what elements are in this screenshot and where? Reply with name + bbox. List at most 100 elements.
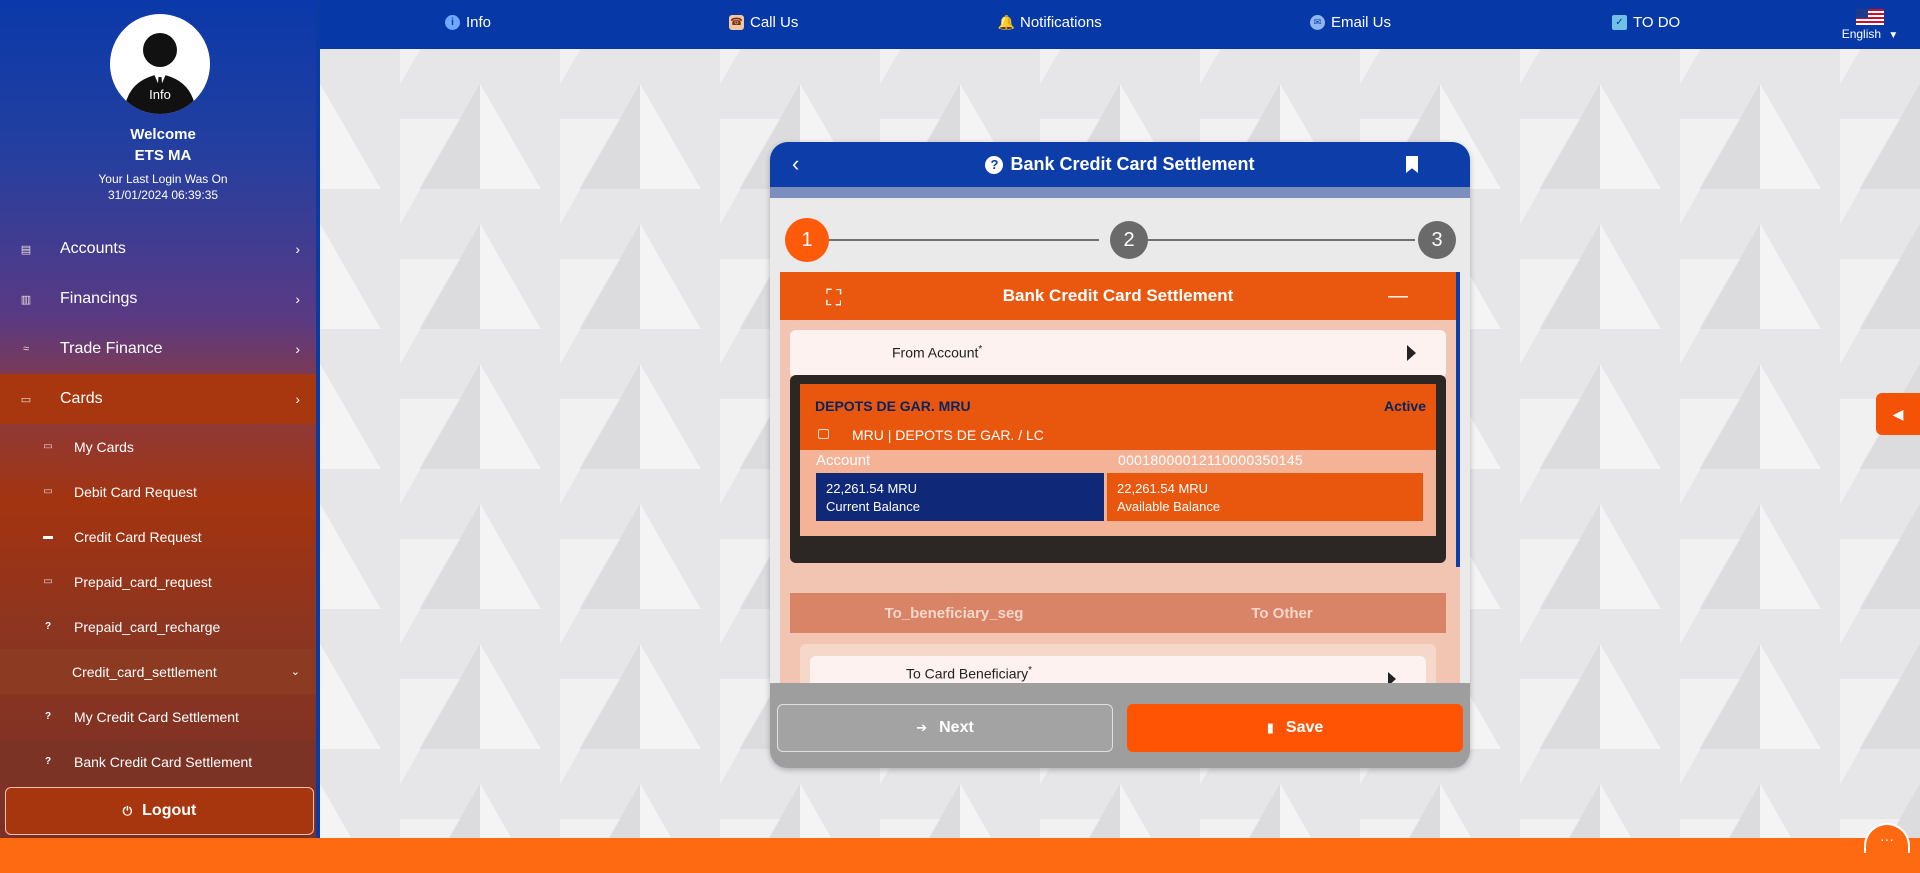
scroll-indicator	[1456, 272, 1460, 567]
sidebar-item-my-cards[interactable]: ▭ My Cards	[0, 424, 316, 469]
caret-left-icon: ◀	[1892, 405, 1904, 422]
panel-title: Bank Credit Card Settlement	[1010, 154, 1255, 174]
sidebar-item-label: Bank Credit Card Settlement	[74, 753, 253, 770]
avatar-info-label: Info	[149, 87, 171, 102]
sidebar-item-prepaid-card-request[interactable]: ▭ Prepaid_card_request	[0, 559, 316, 604]
nav-email-us[interactable]: ✉ Email Us	[1310, 0, 1391, 45]
account-number: 00018000012110000350145	[1118, 452, 1303, 468]
nav-todo[interactable]: ✓ TO DO	[1612, 0, 1680, 45]
sidebar-item-label: Trade Finance	[60, 340, 163, 357]
help-icon: ?	[44, 711, 52, 722]
sidebar-item-prepaid-card-recharge[interactable]: ? Prepaid_card_recharge	[0, 604, 316, 649]
current-balance-label: Current Balance	[826, 499, 920, 514]
card-icon: ▬	[43, 531, 53, 542]
card-icon: ▭	[20, 393, 32, 406]
save-button[interactable]: ▮ Save	[1127, 704, 1463, 752]
document-icon: ▮	[1266, 720, 1274, 735]
caret-down-icon: ▼	[1888, 30, 1899, 41]
sidebar: Info Welcome ETS MA Your Last Login Was …	[0, 0, 320, 838]
sidebar-item-bank-credit-card-settlement[interactable]: ? Bank Credit Card Settlement	[0, 739, 316, 784]
nav-info[interactable]: i Info	[445, 0, 491, 45]
sidebar-item-label: Cards	[60, 390, 103, 407]
beneficiary-tabs: To_beneficiary_seg To Other	[790, 593, 1446, 633]
sidebar-item-label: Financings	[60, 290, 138, 307]
side-drawer-toggle[interactable]: ◀	[1876, 393, 1920, 435]
from-account-field[interactable]: From Account*	[790, 330, 1446, 378]
current-balance-value: 22,261.54 MRU	[826, 481, 918, 496]
sidebar-item-trade-finance[interactable]: ≈ Trade Finance ›	[0, 324, 316, 374]
nav-notifications[interactable]: 🔔 Notifications	[997, 0, 1102, 45]
chevron-right-icon: ›	[295, 291, 300, 307]
to-card-beneficiary-label: To Card Beneficiary*	[906, 665, 1033, 682]
help-icon[interactable]: ?	[985, 155, 1004, 174]
stepper: 1 2 3	[785, 218, 1465, 262]
next-label: Next	[939, 719, 974, 736]
play-arrow-icon	[1407, 345, 1416, 361]
sidebar-item-credit-card-request[interactable]: ▬ Credit Card Request	[0, 514, 316, 559]
save-label: Save	[1285, 719, 1324, 736]
crop-icon[interactable]: ⛶	[826, 285, 841, 311]
help-icon: ?	[44, 621, 52, 632]
us-flag-icon	[1856, 9, 1884, 25]
step-3[interactable]: 3	[1418, 221, 1456, 259]
tab-to-beneficiary-seg[interactable]: To_beneficiary_seg	[790, 593, 1118, 633]
section-header: ⛶ Bank Credit Card Settlement —	[780, 272, 1456, 320]
account-card-body: DEPOTS DE GAR. MRU Active MRU | DEPOTS D…	[800, 384, 1436, 536]
arrow-right-icon: ➔	[916, 720, 928, 735]
step-1[interactable]: 1	[785, 218, 829, 262]
language-selector[interactable]: English ▼	[1838, 9, 1902, 41]
section-title: Bank Credit Card Settlement	[1002, 286, 1234, 305]
card-icon	[818, 429, 829, 439]
chevron-right-icon: ›	[295, 391, 300, 407]
sidebar-item-credit-card-settlement[interactable]: Credit_card_settlement ⌄	[0, 649, 316, 694]
todo-icon: ✓	[1612, 15, 1627, 30]
from-account-label: From Account*	[892, 344, 983, 361]
account-name: DEPOTS DE GAR. MRU	[815, 398, 971, 414]
phone-icon: ☎	[729, 15, 744, 30]
top-navigation: i Info ☎ Call Us 🔔 Notifications ✉ Email…	[320, 0, 1920, 49]
next-button[interactable]: ➔ Next	[777, 704, 1113, 752]
sidebar-item-label: Credit Card Request	[74, 528, 202, 545]
sidebar-item-label: Prepaid_card_recharge	[74, 618, 221, 635]
sidebar-item-label: Credit_card_settlement	[72, 663, 217, 680]
last-login-time: 31/01/2024 06:39:35	[107, 188, 219, 202]
sidebar-item-financings[interactable]: ▥ Financings ›	[0, 274, 316, 324]
bookmark-icon[interactable]	[1406, 156, 1418, 173]
collapse-icon[interactable]: —	[1388, 285, 1408, 308]
card-icon: ▭	[43, 486, 53, 497]
chart-icon: ▥	[20, 293, 32, 306]
chevron-right-icon: ›	[295, 241, 300, 257]
account-description: MRU | DEPOTS DE GAR. / LC	[852, 427, 1044, 443]
sidebar-item-label: My Cards	[74, 438, 134, 455]
sidebar-item-debit-card-request[interactable]: ▭ Debit Card Request	[0, 469, 316, 514]
sidebar-item-accounts[interactable]: ▤ Accounts ›	[0, 224, 316, 274]
to-card-beneficiary-field[interactable]: To Card Beneficiary*	[810, 656, 1426, 683]
nav-label: Email Us	[1331, 14, 1392, 31]
help-icon: ?	[44, 756, 52, 767]
bell-icon: 🔔	[997, 14, 1016, 30]
chevron-down-icon: ⌄	[290, 666, 300, 678]
sidebar-item-label: Accounts	[60, 240, 126, 257]
back-icon[interactable]: ‹	[792, 151, 799, 177]
sidebar-item-label: Prepaid_card_request	[74, 573, 212, 590]
step-2[interactable]: 2	[1110, 221, 1148, 259]
user-name: ETS MA	[134, 147, 192, 164]
account-card[interactable]: DEPOTS DE GAR. MRU Active MRU | DEPOTS D…	[790, 375, 1446, 563]
tab-to-other[interactable]: To Other	[1118, 593, 1446, 633]
available-balance-box: 22,261.54 MRU Available Balance	[1107, 473, 1423, 521]
sidebar-item-my-credit-card-settlement[interactable]: ? My Credit Card Settlement	[0, 694, 316, 739]
settlement-panel: ‹ ? Bank Credit Card Settlement 1 2 3 ⛶ …	[770, 142, 1470, 768]
sidebar-item-cards[interactable]: ▭ Cards ›	[0, 374, 316, 424]
nav-call-us[interactable]: ☎ Call Us	[729, 0, 798, 45]
beneficiary-field-container: To Card Beneficiary*	[800, 644, 1436, 683]
logout-button[interactable]: ⏻ Logout	[5, 787, 314, 835]
sidebar-item-label: My Credit Card Settlement	[74, 708, 239, 725]
email-icon: ✉	[1310, 15, 1325, 30]
nav-label: Info	[466, 14, 492, 31]
step-connector	[1143, 239, 1415, 241]
bottom-bar	[0, 838, 1920, 873]
account-status: Active	[1383, 398, 1426, 414]
avatar[interactable]: Info	[110, 14, 210, 114]
settlement-form-section: ⛶ Bank Credit Card Settlement — From Acc…	[780, 272, 1460, 683]
panel-separator	[770, 187, 1470, 198]
